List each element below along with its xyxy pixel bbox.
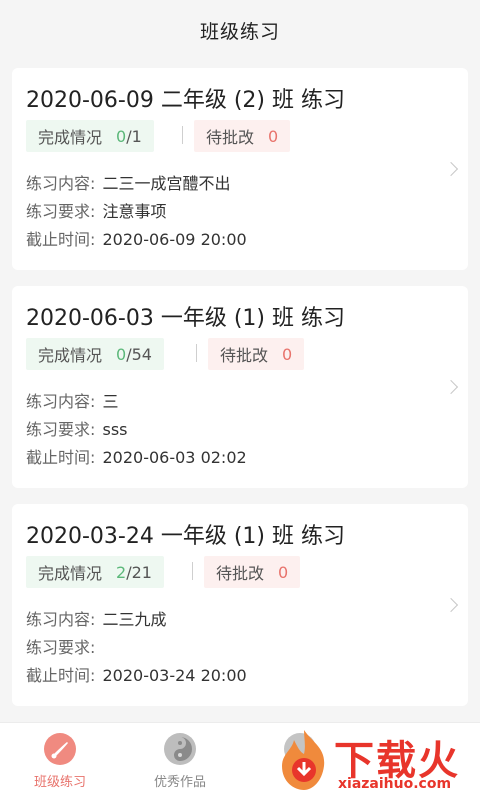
watermark-logo: 下载火 xiazaihuo.com <box>276 724 476 796</box>
review-badge: 待批改 0 <box>194 120 291 152</box>
review-count: 0 <box>268 126 279 146</box>
deadline-value: 2020-03-24 20:00 <box>102 666 247 685</box>
card-title: 2020-06-09 二年级 (2) 班 练习 <box>26 88 345 113</box>
tab-label: 班级练习 <box>33 775 86 790</box>
completion-total: /21 <box>126 562 152 582</box>
completion-badge: 完成情况 2/21 <box>26 556 164 588</box>
bottom-tab-bar: 班级练习 优秀作品 班 下载火 xiazaihuo.com <box>0 722 480 800</box>
review-badge: 待批改 0 <box>204 556 301 588</box>
deadline-label: 截止时间: <box>26 666 96 685</box>
completion-badge: 完成情况 0/1 <box>26 120 154 152</box>
exercise-card[interactable]: 2020-06-09 二年级 (2) 班 练习 完成情况 0/1 待批改 0 练… <box>12 68 468 270</box>
tab-class-exercise[interactable]: 班级练习 <box>0 723 120 800</box>
deadline-line: 截止时间: 2020-06-03 02:02 <box>26 444 247 468</box>
deadline-line: 截止时间: 2020-06-09 20:00 <box>26 226 247 250</box>
content-label: 练习内容: <box>26 610 96 629</box>
stat-divider <box>192 562 193 580</box>
completion-total: /54 <box>126 344 152 364</box>
review-count: 0 <box>278 562 289 582</box>
completion-count: 0 <box>116 126 127 146</box>
watermark-domain: xiazaihuo.com <box>338 776 452 792</box>
tab-excellent-works[interactable]: 优秀作品 <box>120 723 240 800</box>
deadline-value: 2020-06-03 02:02 <box>102 448 247 467</box>
requirement-line: 练习要求: sss <box>26 416 128 440</box>
content-value: 二三九成 <box>102 610 167 629</box>
completion-count: 0 <box>116 344 127 364</box>
review-label: 待批改 <box>216 564 265 583</box>
card-title: 2020-06-03 一年级 (1) 班 练习 <box>26 306 345 331</box>
chevron-right-icon[interactable] <box>443 597 459 613</box>
review-count: 0 <box>282 344 293 364</box>
review-label: 待批改 <box>220 346 269 365</box>
content-line: 练习内容: 三 <box>26 388 119 412</box>
tab-label: 优秀作品 <box>153 775 206 790</box>
deadline-label: 截止时间: <box>26 448 96 467</box>
deadline-label: 截止时间: <box>26 230 96 249</box>
content-value: 二三一成宫醴不出 <box>102 174 231 193</box>
header-bar: 班级练习 <box>0 0 480 60</box>
card-title: 2020-03-24 一年级 (1) 班 练习 <box>26 524 345 549</box>
requirement-value: sss <box>102 420 128 439</box>
requirement-label: 练习要求: <box>26 420 96 439</box>
content-label: 练习内容: <box>26 174 96 193</box>
completion-count: 2 <box>116 562 127 582</box>
content-line: 练习内容: 二三九成 <box>26 606 167 630</box>
requirement-label: 练习要求: <box>26 202 96 221</box>
yin-yang-icon <box>164 733 196 765</box>
chevron-right-icon[interactable] <box>443 161 459 177</box>
requirement-line: 练习要求: <box>26 634 97 658</box>
review-badge: 待批改 0 <box>208 338 305 370</box>
content-label: 练习内容: <box>26 392 96 411</box>
flame-icon <box>282 730 325 790</box>
exercise-card[interactable]: 2020-06-03 一年级 (1) 班 练习 完成情况 0/54 待批改 0 … <box>12 286 468 488</box>
chevron-right-icon[interactable] <box>443 379 459 395</box>
stat-divider <box>196 344 197 362</box>
completion-label: 完成情况 <box>38 128 103 147</box>
content-value: 三 <box>102 392 119 411</box>
completion-label: 完成情况 <box>38 346 103 365</box>
page-title: 班级练习 <box>199 20 280 43</box>
requirement-value: 注意事项 <box>102 202 167 221</box>
completion-badge: 完成情况 0/54 <box>26 338 164 370</box>
completion-label: 完成情况 <box>38 564 103 583</box>
stat-divider <box>182 126 183 144</box>
content-line: 练习内容: 二三一成宫醴不出 <box>26 170 231 194</box>
deadline-line: 截止时间: 2020-03-24 20:00 <box>26 662 247 686</box>
requirement-label: 练习要求: <box>26 638 96 657</box>
completion-total: /1 <box>126 126 142 146</box>
brush-icon <box>44 733 76 765</box>
deadline-value: 2020-06-09 20:00 <box>102 230 247 249</box>
review-label: 待批改 <box>206 128 255 147</box>
requirement-line: 练习要求: 注意事项 <box>26 198 167 222</box>
exercise-card[interactable]: 2020-03-24 一年级 (1) 班 练习 完成情况 2/21 待批改 0 … <box>12 504 468 706</box>
